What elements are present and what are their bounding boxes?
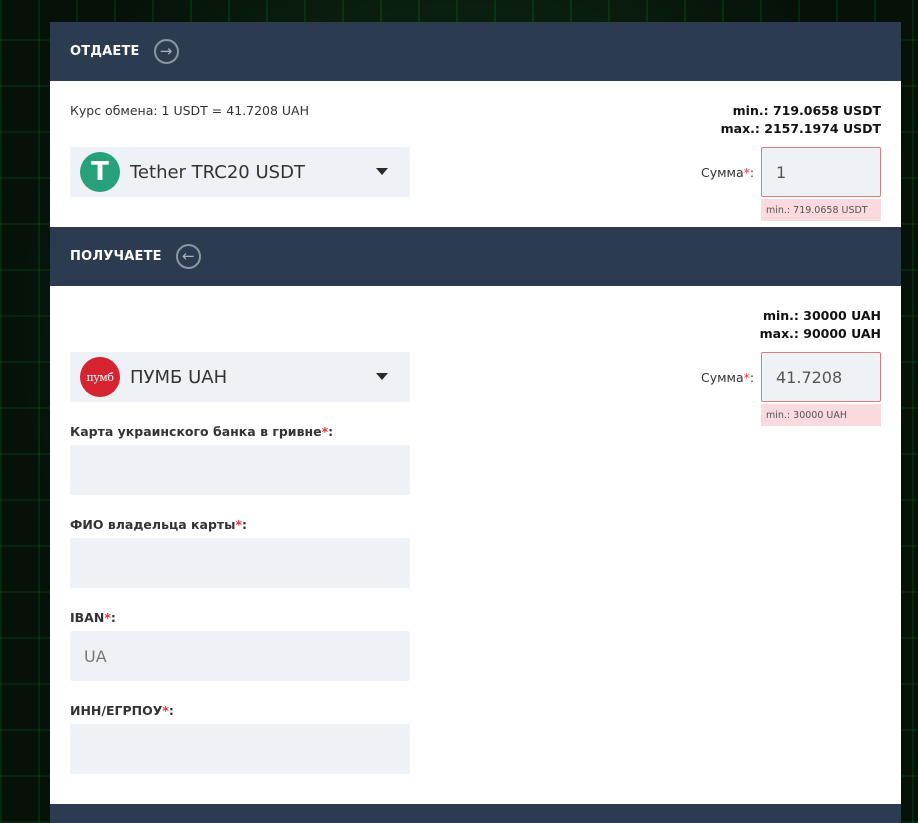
card-number-label: Карта украинского банка в гривне*:	[70, 424, 333, 439]
tax-id-input[interactable]	[70, 724, 410, 774]
receive-sum-error: min.: 30000 UAH	[761, 404, 881, 426]
receive-max: max.: 90000 UAH	[759, 326, 881, 341]
tax-id-label: ИНН/ЕГРПОУ*:	[70, 703, 174, 718]
tether-logo-icon: T	[80, 152, 120, 192]
label-suffix: :	[749, 370, 755, 385]
label-suffix: :	[328, 424, 334, 439]
receive-sum-label-text: Сумма	[701, 370, 744, 385]
iban-label: IBAN*:	[70, 610, 116, 625]
give-max: max.: 2157.1974 USDT	[720, 121, 881, 136]
chevron-down-icon	[376, 373, 388, 380]
next-section-header	[50, 804, 901, 823]
give-min: min.: 719.0658 USDT	[732, 103, 881, 118]
exchange-panel: ОТДАЕТЕ → Курс обмена: 1 USDT = 41.7208 …	[50, 22, 901, 823]
receive-min: min.: 30000 UAH	[762, 308, 881, 323]
receive-currency-select[interactable]: пумб ПУМБ UAH	[70, 352, 410, 402]
give-section-header: ОТДАЕТЕ →	[50, 22, 901, 81]
background-decoration	[0, 0, 50, 823]
card-number-input[interactable]	[70, 445, 410, 495]
exchange-rate: Курс обмена: 1 USDT = 41.7208 UAH	[70, 103, 310, 118]
give-title: ОТДАЕТЕ	[70, 44, 140, 59]
give-limits: min.: 719.0658 USDT max.: 2157.1974 USDT	[721, 102, 881, 138]
arrow-left-circle-icon[interactable]: ←	[175, 244, 201, 269]
receive-sum-label: Сумма*:	[701, 370, 754, 385]
receive-section-header: ПОЛУЧАЕТЕ ←	[50, 227, 901, 286]
label-suffix: :	[241, 517, 247, 532]
chevron-down-icon	[376, 168, 388, 175]
give-currency-name: Tether TRC20 USDT	[130, 161, 305, 183]
give-sum-label-text: Сумма	[701, 165, 744, 180]
iban-input[interactable]	[70, 631, 410, 681]
card-holder-input[interactable]	[70, 538, 410, 588]
receive-currency-name: ПУМБ UAH	[130, 366, 228, 388]
give-sum-error: min.: 719.0658 USDT	[761, 199, 881, 221]
give-sum-label: Сумма*:	[701, 165, 754, 180]
pumb-logo-icon: пумб	[80, 357, 120, 397]
label-suffix: :	[110, 610, 116, 625]
give-sum-input[interactable]	[761, 147, 881, 197]
label-suffix: :	[168, 703, 174, 718]
label-suffix: :	[749, 165, 755, 180]
card-holder-label-text: ФИО владельца карты	[70, 517, 236, 532]
receive-title: ПОЛУЧАЕТЕ	[70, 249, 162, 264]
card-number-label-text: Карта украинского банка в гривне	[70, 424, 322, 439]
card-holder-label: ФИО владельца карты*:	[70, 517, 247, 532]
receive-limits: min.: 30000 UAH max.: 90000 UAH	[760, 307, 881, 343]
tax-id-label-text: ИНН/ЕГРПОУ	[70, 703, 163, 718]
iban-label-text: IBAN	[70, 610, 105, 625]
receive-sum-input[interactable]	[761, 352, 881, 402]
give-currency-select[interactable]: T Tether TRC20 USDT	[70, 147, 410, 197]
arrow-right-circle-icon[interactable]: →	[153, 39, 179, 64]
